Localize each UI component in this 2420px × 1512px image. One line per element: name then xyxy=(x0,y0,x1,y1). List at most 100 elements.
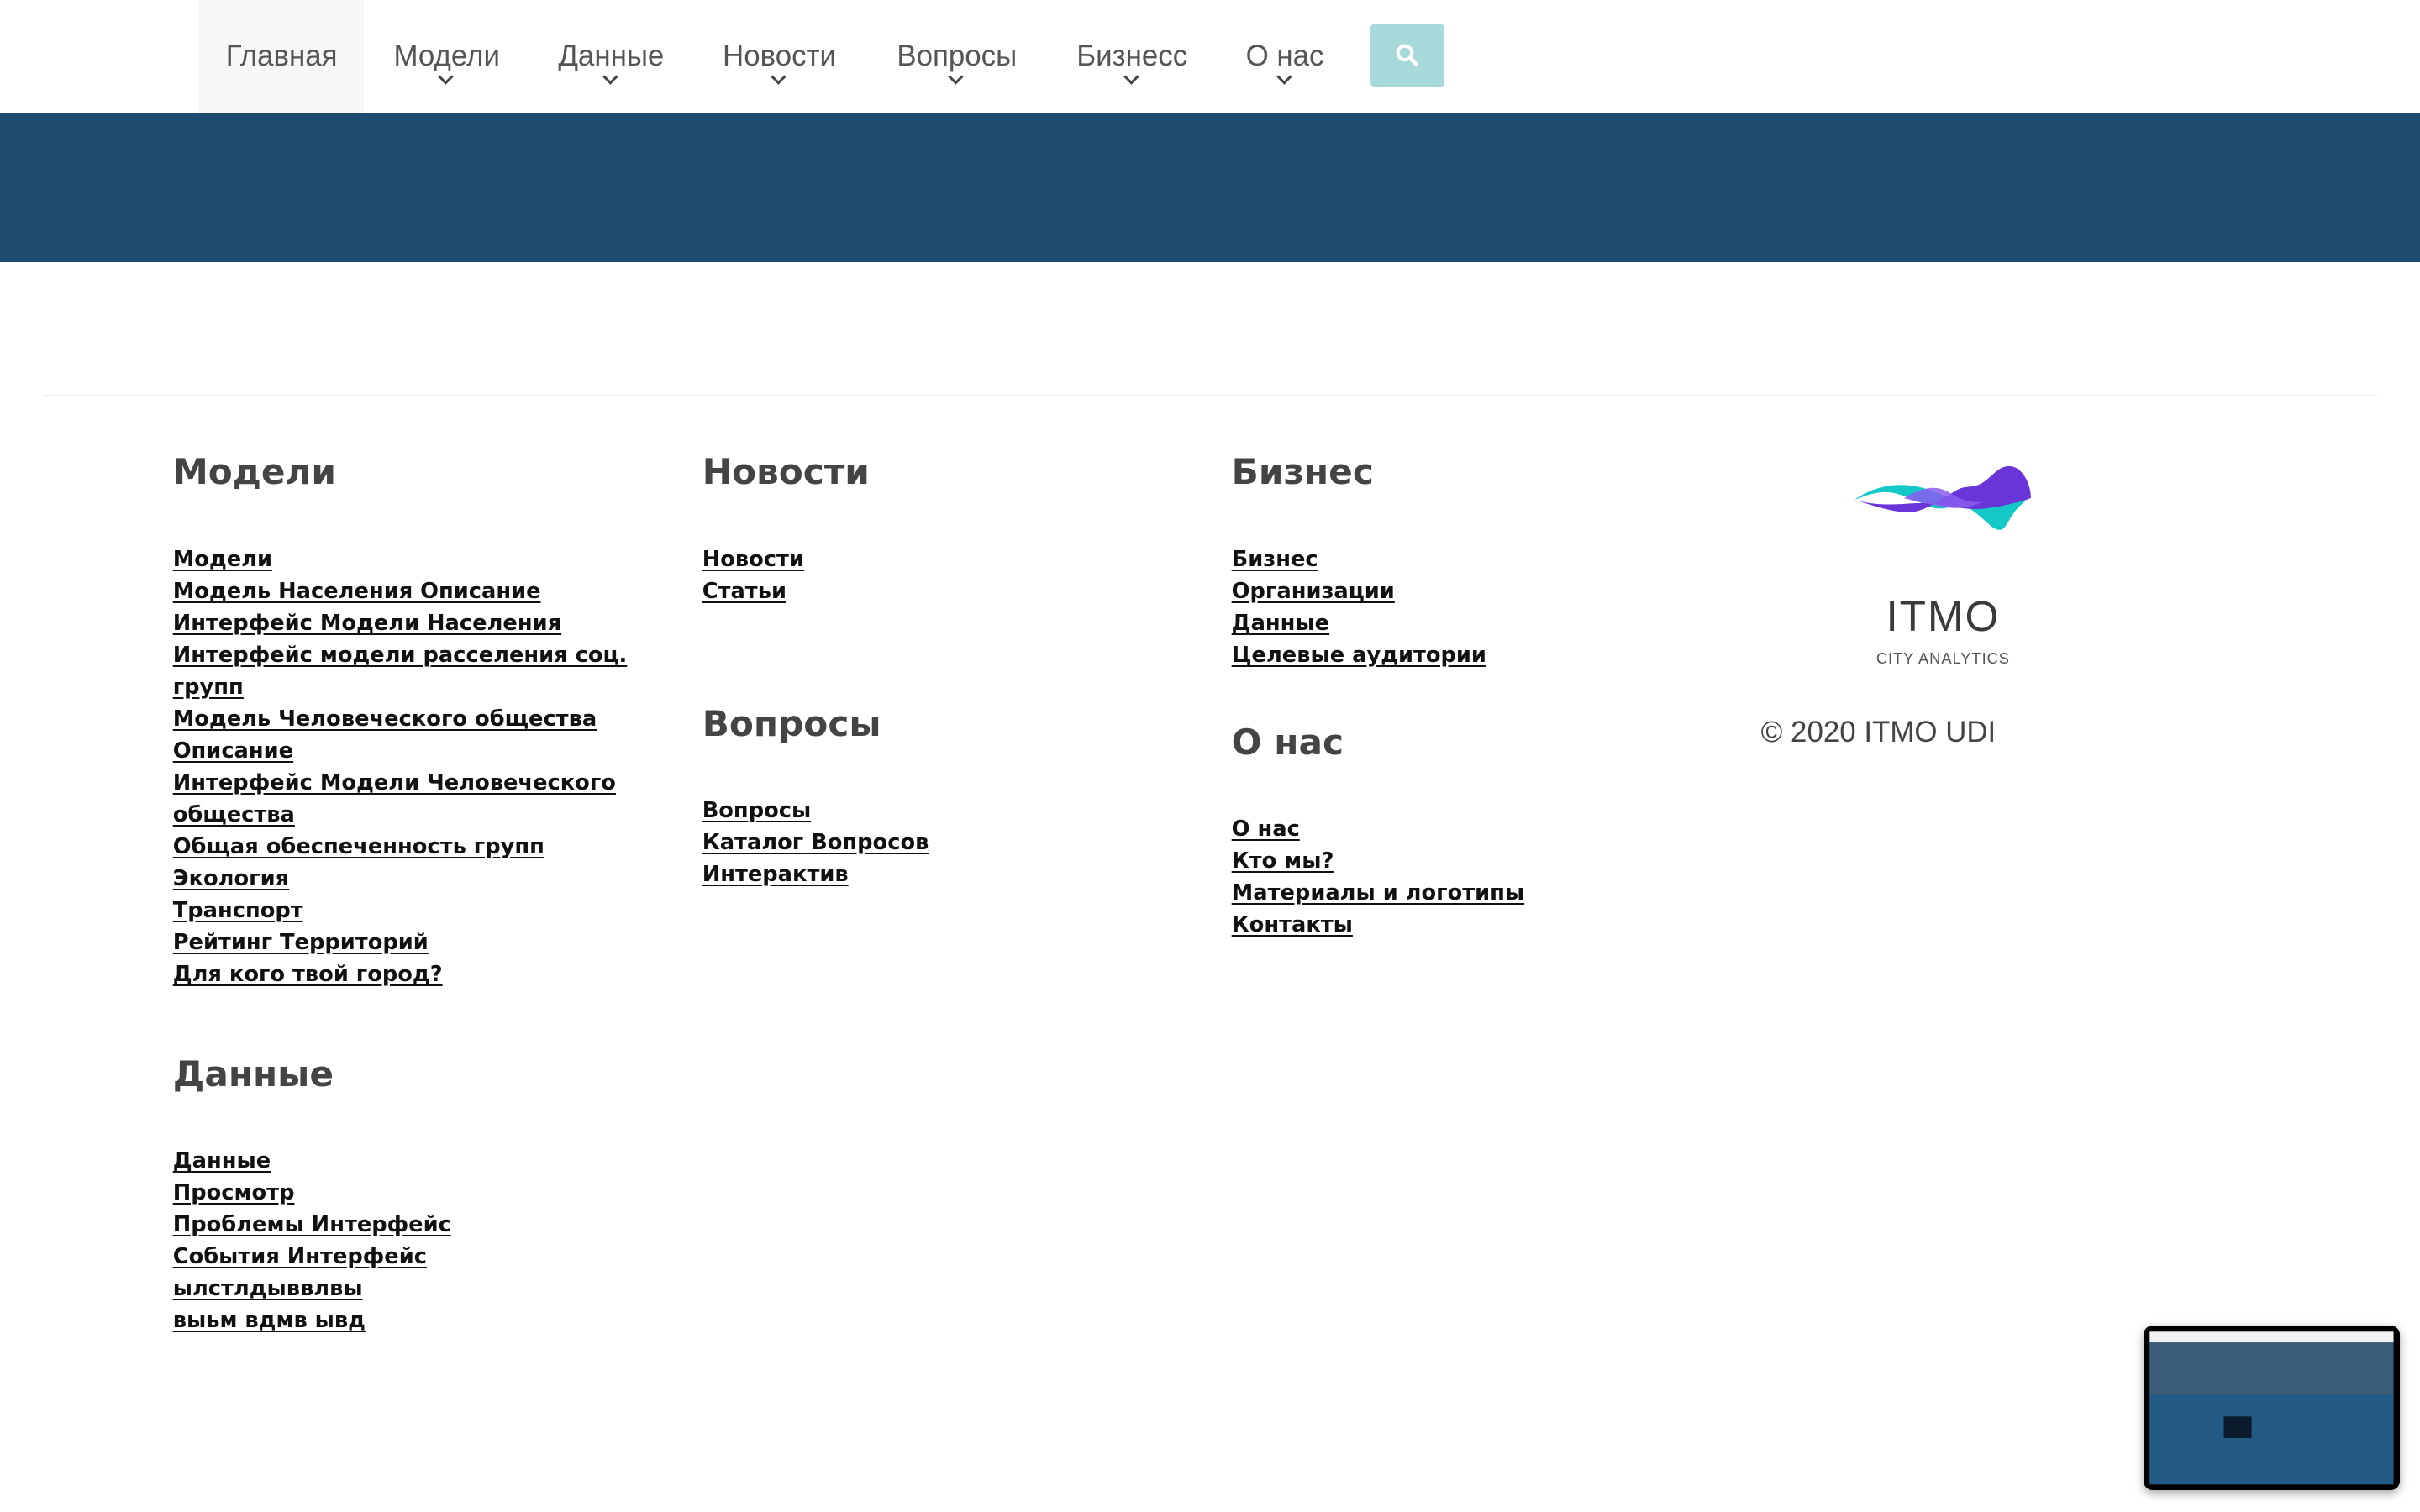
list-item: Интерфейс модели расселения соц. групп xyxy=(173,639,667,703)
footer-link[interactable]: Материалы и логотипы xyxy=(1232,880,1524,906)
list-item: Вопросы xyxy=(702,795,1197,827)
footer-questions-heading: Вопросы xyxy=(702,702,881,744)
list-item: Общая обеспеченность групп xyxy=(173,831,667,863)
list-item: Проблемы Интерфейс xyxy=(173,1209,667,1241)
footer-news-heading: Новости xyxy=(702,451,870,493)
nav-models[interactable]: Модели xyxy=(371,0,523,113)
top-navigation: Главная Модели Данные Новости Вопросы Би… xyxy=(0,0,2420,113)
search-button[interactable] xyxy=(1370,24,1445,87)
footer-news-column: Новости Новости Статьи xyxy=(702,450,1197,606)
footer-data-column: Данные Данные Просмотр Проблемы Интерфей… xyxy=(173,1053,667,1336)
footer-about-heading: О нас xyxy=(1231,721,1344,763)
list-item: Целевые аудитории xyxy=(1232,639,1726,671)
logo-title: ITMO xyxy=(1886,591,2001,641)
footer-data-list: Данные Просмотр Проблемы Интерфейс Событ… xyxy=(173,1145,667,1336)
footer-link[interactable]: Кто мы? xyxy=(1232,848,1334,874)
footer-link[interactable]: ылстлдыввлвы xyxy=(173,1276,363,1301)
footer-link[interactable]: Модель Человеческого общества Описание xyxy=(173,706,597,764)
list-item: Интерактив xyxy=(702,858,1197,890)
list-item: Рейтинг Территорий xyxy=(173,927,667,958)
list-item: События Интерфейс xyxy=(173,1241,667,1273)
footer-divider xyxy=(43,395,2377,397)
nav-data-label: Данные xyxy=(558,39,665,73)
list-item: Данные xyxy=(173,1145,667,1177)
list-item: Контакты xyxy=(1232,909,1726,941)
nav-news-label: Новости xyxy=(723,39,837,73)
list-item: Бизнес xyxy=(1232,543,1726,575)
list-item: Кто мы? xyxy=(1232,845,1726,877)
itmo-wave-logo xyxy=(1854,465,2032,530)
list-item: Интерфейс Модели Населения xyxy=(173,607,667,639)
nav-about[interactable]: О нас xyxy=(1225,0,1344,113)
list-item: Каталог Вопросов xyxy=(702,827,1197,858)
footer-link[interactable]: Организации xyxy=(1232,579,1395,604)
hero-banner xyxy=(0,113,2420,263)
footer-business-column: Бизнес Бизнес Организации Данные Целевые… xyxy=(1232,450,1726,670)
list-item: Материалы и логотипы xyxy=(1232,877,1726,909)
footer-link[interactable]: Для кого твой город? xyxy=(173,962,443,987)
footer-link[interactable]: Данные xyxy=(1232,611,1329,636)
list-item: Модели xyxy=(173,543,667,575)
footer-about-list: О нас Кто мы? Материалы и логотипы Конта… xyxy=(1232,813,1726,941)
footer-link[interactable]: О нас xyxy=(1232,816,1300,842)
list-item: Модель Населения Описание xyxy=(173,575,667,607)
footer-business-list: Бизнес Организации Данные Целевые аудито… xyxy=(1232,543,1726,671)
list-item: выьм вдмв ывд xyxy=(173,1305,667,1336)
footer-link[interactable]: Интерфейс Модели Населения xyxy=(173,611,561,636)
footer-questions-list: Вопросы Каталог Вопросов Интерактив xyxy=(702,795,1197,890)
list-item: Новости xyxy=(702,543,1197,575)
footer-link[interactable]: Данные xyxy=(173,1148,271,1173)
footer-questions-column: Вопросы Вопросы Каталог Вопросов Интерак… xyxy=(702,702,1197,890)
list-item: Организации xyxy=(1232,575,1726,607)
footer-link[interactable]: Рейтинг Территорий xyxy=(173,930,429,955)
footer-link[interactable]: Интерфейс Модели Человеческого общества xyxy=(173,770,616,827)
footer-link[interactable]: Контакты xyxy=(1232,912,1353,937)
footer-link[interactable]: Общая обеспеченность групп xyxy=(173,834,544,859)
footer-link[interactable]: Транспорт xyxy=(173,898,303,923)
footer-link[interactable]: События Интерфейс xyxy=(173,1244,427,1269)
nav-data[interactable]: Данные xyxy=(535,0,687,113)
list-item: Экология xyxy=(173,863,667,895)
nav-questions-label: Вопросы xyxy=(897,39,1018,73)
list-item: Данные xyxy=(1232,607,1726,639)
footer-link[interactable]: Модель Населения Описание xyxy=(173,579,541,604)
footer-models-heading: Модели xyxy=(172,451,337,493)
footer-link[interactable]: Просмотр xyxy=(173,1180,295,1205)
footer-news-list: Новости Статьи xyxy=(702,543,1197,607)
list-item: Интерфейс Модели Человеческого общества xyxy=(173,767,667,831)
footer-business-heading: Бизнес xyxy=(1231,451,1374,493)
footer-about-column: О нас О нас Кто мы? Материалы и логотипы… xyxy=(1232,721,1726,941)
footer-link[interactable]: Вопросы xyxy=(702,798,812,823)
footer-link[interactable]: Модели xyxy=(173,547,272,572)
footer-link[interactable]: Бизнес xyxy=(1232,547,1318,572)
logo-subtitle: CITY ANALYTICS xyxy=(1876,649,2010,668)
footer-models-column: Модели Модели Модель Населения Описание … xyxy=(173,450,667,990)
list-item: Транспорт xyxy=(173,895,667,927)
preview-image xyxy=(2144,1325,2401,1491)
search-icon xyxy=(1397,45,1419,67)
nav-questions[interactable]: Вопросы xyxy=(872,0,1042,113)
footer-link[interactable]: Экология xyxy=(173,866,289,891)
footer-link[interactable]: Целевые аудитории xyxy=(1232,643,1486,668)
footer-link[interactable]: Интерактив xyxy=(702,862,849,887)
footer-link[interactable]: Статьи xyxy=(702,579,786,604)
list-item: Модель Человеческого общества Описание xyxy=(173,703,667,767)
footer-data-heading: Данные xyxy=(172,1053,334,1095)
footer-link[interactable]: Новости xyxy=(702,547,804,572)
nav-home[interactable]: Главная xyxy=(198,0,365,113)
footer-link[interactable]: Интерфейс модели расселения соц. групп xyxy=(173,643,628,700)
nav-about-label: О нас xyxy=(1245,39,1324,73)
page-preview-thumbnail[interactable] xyxy=(2144,1325,2401,1491)
list-item: Статьи xyxy=(702,575,1197,607)
nav-models-label: Модели xyxy=(393,39,500,73)
nav-news[interactable]: Новости xyxy=(697,0,861,113)
list-item: Для кого твой город? xyxy=(173,958,667,990)
footer-link[interactable]: Каталог Вопросов xyxy=(702,830,929,855)
nav-business[interactable]: Бизнесс xyxy=(1053,0,1212,113)
list-item: Просмотр xyxy=(173,1177,667,1209)
footer-link[interactable]: выьм вдмв ывд xyxy=(173,1308,366,1333)
list-item: О нас xyxy=(1232,813,1726,845)
footer-link[interactable]: Проблемы Интерфейс xyxy=(173,1212,451,1237)
nav-business-label: Бизнесс xyxy=(1076,39,1188,73)
footer-models-list: Модели Модель Населения Описание Интерфе… xyxy=(173,543,667,990)
